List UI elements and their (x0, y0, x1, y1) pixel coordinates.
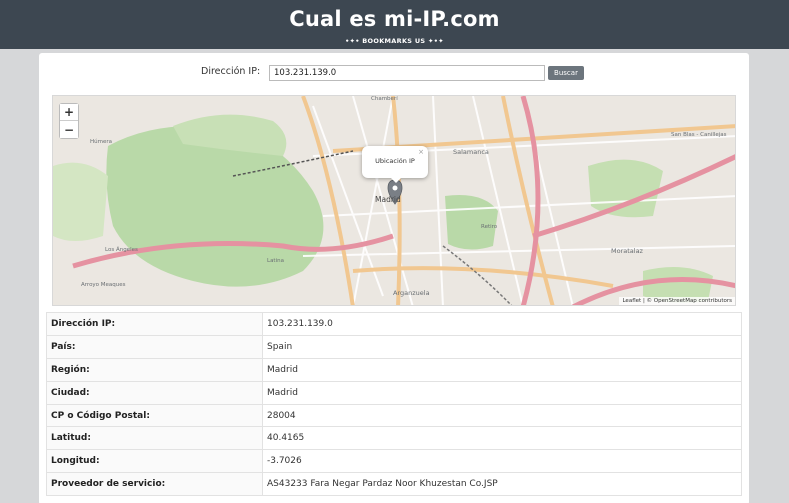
map-label-latina: Latina (267, 258, 284, 264)
table-row: Ciudad: Madrid (46, 380, 742, 405)
map-label-los-angeles: Los Ángeles (105, 247, 138, 253)
map-label-moratalaz: Moratalaz (611, 247, 643, 255)
ip-search-input[interactable] (269, 65, 545, 81)
row-label: CP o Código Postal: (46, 403, 263, 428)
row-label: Proveedor de servicio: (46, 472, 263, 497)
row-label: Longitud: (46, 449, 263, 474)
row-label: Ciudad: (46, 380, 263, 405)
content-card: Dirección IP: Buscar (39, 53, 749, 503)
row-value: 28004 (262, 403, 742, 428)
map-label-humera: Húmera (90, 139, 112, 145)
map-label-madrid: Madrid (375, 195, 401, 204)
popup-tip (390, 177, 402, 183)
map-label-arroyo: Arroyo Meaques (81, 282, 126, 288)
location-map[interactable]: Húmera Chamberí Salamanca Madrid Retiro … (52, 95, 736, 306)
ip-search-form: Dirección IP: Buscar (39, 65, 749, 81)
map-label-retiro: Retiro (481, 224, 498, 230)
bookmarks-link[interactable]: •✦• BOOKMARKS US ✦•✦ (0, 37, 789, 45)
row-label: Dirección IP: (46, 312, 263, 336)
row-label: País: (46, 334, 263, 359)
table-row: Proveedor de servicio: AS43233 Fara Nega… (46, 472, 742, 497)
row-label: Región: (46, 357, 263, 382)
popup-text: Ubicación IP (375, 157, 415, 165)
map-label-arganzuela: Arganzuela (393, 289, 430, 297)
row-value: -3.7026 (262, 449, 742, 474)
row-value: Madrid (262, 357, 742, 382)
site-header: Cual es mi-IP.com •✦• BOOKMARKS US ✦•✦ (0, 0, 789, 49)
zoom-out-button[interactable]: − (60, 121, 78, 138)
row-value: Madrid (262, 380, 742, 405)
ip-details-table: Dirección IP: 103.231.139.0 País: Spain … (46, 312, 742, 497)
popup-close-icon[interactable]: × (418, 148, 424, 156)
map-label-chamberi: Chamberí (371, 96, 398, 102)
map-label-salamanca: Salamanca (453, 148, 489, 156)
table-row: Dirección IP: 103.231.139.0 (46, 312, 742, 336)
table-row: Región: Madrid (46, 357, 742, 382)
map-attribution[interactable]: Leaflet | © OpenStreetMap contributors (619, 297, 735, 305)
row-value: Spain (262, 334, 742, 359)
row-value: AS43233 Fara Negar Pardaz Noor Khuzestan… (262, 472, 742, 497)
row-value: 103.231.139.0 (262, 312, 742, 336)
table-row: País: Spain (46, 334, 742, 359)
table-row: Latitud: 40.4165 (46, 426, 742, 451)
row-value: 40.4165 (262, 426, 742, 451)
table-row: Longitud: -3.7026 (46, 449, 742, 474)
location-popup: × Ubicación IP (362, 146, 428, 178)
zoom-in-button[interactable]: + (60, 104, 78, 121)
site-title[interactable]: Cual es mi-IP.com (0, 7, 789, 31)
row-label: Latitud: (46, 426, 263, 451)
zoom-control: + − (59, 103, 79, 139)
ip-search-label: Dirección IP: (201, 66, 261, 77)
map-label-sanblas: San Blas - Canillejas (671, 132, 727, 138)
table-row: CP o Código Postal: 28004 (46, 403, 742, 428)
search-button[interactable]: Buscar (548, 66, 584, 80)
